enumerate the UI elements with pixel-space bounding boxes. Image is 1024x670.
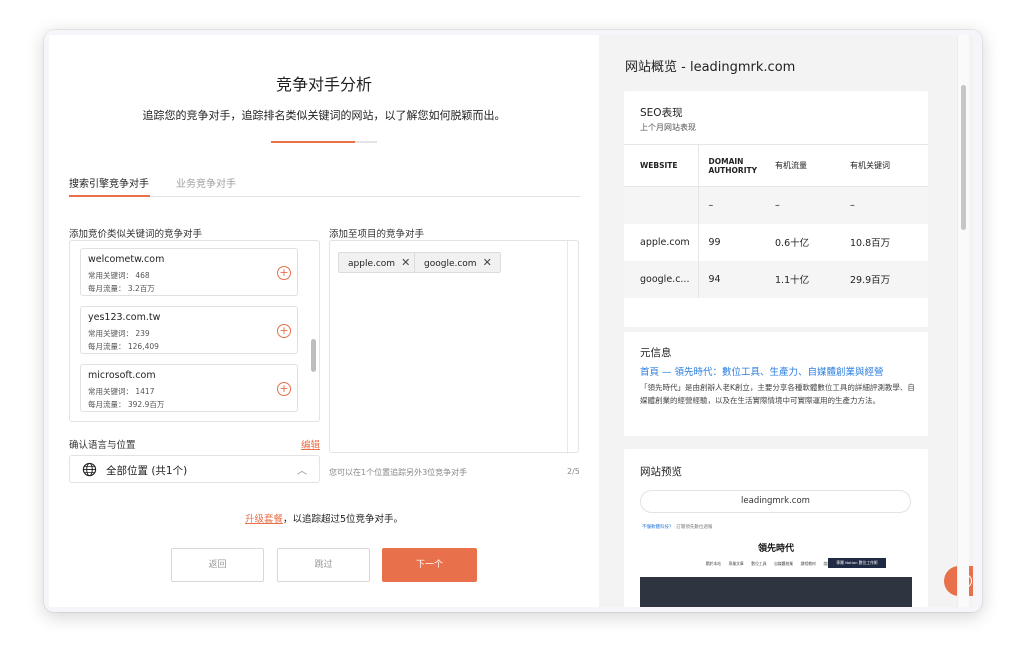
table-cell: 29.9百万 <box>850 260 928 298</box>
thumb-announcement-text: · 訂閱領先數位週報 <box>673 525 713 530</box>
table-cell: google.c... <box>624 260 699 298</box>
meta-title-link[interactable]: 首頁 — 領先時代：數位工具、生產力、自媒體創業與經營 <box>640 364 884 378</box>
step-progress-bar <box>271 141 377 143</box>
site-preview-card: 网站预览 leadingmrk.com 不懂軟體科技？· 訂閱領先數位週報 領先… <box>624 449 928 607</box>
table-cell: 99 <box>708 236 721 248</box>
thumb-nav-button: 專屬 Notion 數位工作術 <box>828 558 886 568</box>
seo-card-title: SEO表现 <box>640 107 683 119</box>
project-competitors-box[interactable]: apple.com ✕ google.com ✕ <box>329 240 579 454</box>
competitor-domain: yes123.com.tw <box>88 312 161 323</box>
table-cell: – <box>850 186 928 224</box>
active-tab-indicator <box>69 195 150 197</box>
competitor-domain: microsoft.com <box>88 370 156 381</box>
competitor-keywords: 常用关键词： 239 <box>88 329 150 338</box>
table-row: apple.com 99 0.6十亿 10.8百万 <box>624 223 928 261</box>
app-window: 竞争对手分析 追踪您的竞争对手，追踪排名类似关键词的网站，以了解您如何脱颖而出。… <box>44 30 982 612</box>
table-cell: – <box>698 186 775 224</box>
competitor-domain: welcometw.com <box>88 254 165 265</box>
table-cell: 94 <box>698 260 775 298</box>
seo-table: WEBSITE DOMAIN AUTHORITY 有机流量 有机关键词 – – … <box>624 144 928 298</box>
thumb-hero-banner <box>640 577 912 607</box>
competitor-count: 2/5 <box>567 467 580 476</box>
competitor-keywords: 常用关键词： 1417 <box>88 387 155 396</box>
edit-location-link[interactable]: 编辑 <box>301 437 320 451</box>
seo-performance-card: SEO表现 上个月网站表现 WEBSITE DOMAIN AUTHORITY 有… <box>624 91 928 327</box>
meta-info-card: 元信息 首頁 — 領先時代：數位工具、生產力、自媒體創業與經營 「領先時代」是由… <box>624 332 928 436</box>
thumb-announcement-link: 不懂軟體科技？ <box>642 525 674 530</box>
table-row: google.c... 94 1.1十亿 29.9百万 <box>624 260 928 298</box>
add-competitor-icon[interactable]: + <box>277 324 291 338</box>
skip-button[interactable]: 跳过 <box>277 548 370 582</box>
back-button[interactable]: 返回 <box>171 548 264 582</box>
location-select[interactable]: 全部位置 (共1个) ︿ <box>69 455 320 483</box>
preview-url-bar: leadingmrk.com <box>640 490 911 513</box>
table-cell: 0.6十亿 <box>775 238 810 249</box>
table-header-row: WEBSITE DOMAIN AUTHORITY 有机流量 有机关键词 <box>624 144 928 187</box>
table-cell: 10.8百万 <box>850 238 891 249</box>
tab-business-competitors[interactable]: 业务竞争对手 <box>176 175 236 190</box>
chip-label: apple.com <box>348 259 396 269</box>
column-header: DOMAIN AUTHORITY <box>698 144 775 187</box>
competitor-limit-note: 您可以在1个位置追踪另外3位竞争对手 <box>329 468 468 477</box>
upgrade-notice: 升级套餐，以追踪超过5位竞争对手。 <box>49 511 599 525</box>
site-screenshot-thumbnail: 不懂軟體科技？· 訂閱領先數位週報 領先時代 關於本站 專業文章 數位工具 自媒… <box>640 521 912 607</box>
upgrade-plan-link[interactable]: 升级套餐 <box>245 514 283 525</box>
table-cell: 1.1十亿 <box>775 260 850 298</box>
site-overview-title: 网站概览 - leadingmrk.com <box>625 60 796 75</box>
box-scroll-gutter <box>567 241 568 454</box>
table-row: – – – <box>624 186 928 224</box>
list-item: yes123.com.tw 常用关键词： 239 每月流量： 126,409 + <box>80 306 298 354</box>
location-value: 全部位置 (共1个) <box>106 465 188 477</box>
meta-card-title: 元信息 <box>640 347 672 359</box>
app-content: 竞争对手分析 追踪您的竞争对手，追踪排名类似关键词的网站，以了解您如何脱颖而出。… <box>49 35 973 607</box>
competitor-chip: apple.com ✕ <box>338 252 420 273</box>
project-competitors-label: 添加至项目的竞争对手 <box>329 229 425 240</box>
add-competitor-icon[interactable]: + <box>277 382 291 396</box>
remove-icon[interactable]: ✕ <box>401 256 410 269</box>
preview-card-title: 网站预览 <box>640 466 682 478</box>
thumb-logo: 領先時代 <box>757 544 794 554</box>
chevron-up-icon: ︿ <box>297 466 307 477</box>
add-competitor-icon[interactable]: + <box>277 266 291 280</box>
competitor-traffic: 每月流量： 126,409 <box>88 342 159 351</box>
competitor-traffic: 每月流量： 392.9百万 <box>88 400 165 409</box>
table-cell <box>624 186 699 224</box>
competitor-traffic: 每月流量： 3.2百万 <box>88 284 155 293</box>
step-progress-fill <box>271 141 355 143</box>
suggested-competitors-list[interactable]: welcometw.com 常用关键词： 468 每月流量： 3.2百万 + y… <box>69 240 320 422</box>
competitor-chip: google.com ✕ <box>414 252 501 273</box>
next-button[interactable]: 下一个 <box>382 548 477 582</box>
site-overview-panel: 网站概览 - leadingmrk.com SEO表现 上个月网站表现 WEBS… <box>599 35 973 607</box>
table-cell: – <box>775 186 850 224</box>
competitor-setup-panel: 竞争对手分析 追踪您的竞争对手，追踪排名类似关键词的网站，以了解您如何脱颖而出。… <box>49 35 599 607</box>
globe-icon <box>82 462 97 477</box>
column-header: 有机关键词 <box>850 144 928 187</box>
chip-label: google.com <box>424 259 477 269</box>
column-header: 有机流量 <box>775 144 850 187</box>
seo-card-subtitle: 上个月网站表现 <box>640 123 696 132</box>
panel-scrollbar-thumb[interactable] <box>961 85 966 230</box>
remove-icon[interactable]: ✕ <box>483 256 492 269</box>
table-cell: apple.com <box>624 223 699 261</box>
upgrade-notice-text: ，以追踪超过5位竞争对手。 <box>282 514 404 525</box>
language-location-label: 确认语言与位置 <box>69 440 136 451</box>
list-scrollbar[interactable] <box>311 339 316 372</box>
list-item: microsoft.com 常用关键词： 1417 每月流量： 392.9百万 … <box>80 364 298 412</box>
list-item: welcometw.com 常用关键词： 468 每月流量： 3.2百万 + <box>80 248 298 296</box>
competitor-keywords: 常用关键词： 468 <box>88 271 150 280</box>
similar-competitors-label: 添加竞价类似关键词的竞争对手 <box>69 229 203 240</box>
column-header: WEBSITE <box>624 144 699 187</box>
panel-scrollbar[interactable] <box>957 35 969 607</box>
page-title: 竞争对手分析 <box>275 75 372 94</box>
page-subtitle: 追踪您的竞争对手，追踪排名类似关键词的网站，以了解您如何脱颖而出。 <box>142 109 506 122</box>
meta-description: 「領先時代」是由創辦人老K創立，主要分享各種軟體數位工具的詳細評測教學、自媒體創… <box>640 383 915 405</box>
tab-search-engine-competitors[interactable]: 搜索引擎竞争对手 <box>69 175 149 190</box>
thumb-announcement: 不懂軟體科技？· 訂閱領先數位週報 <box>640 521 912 537</box>
